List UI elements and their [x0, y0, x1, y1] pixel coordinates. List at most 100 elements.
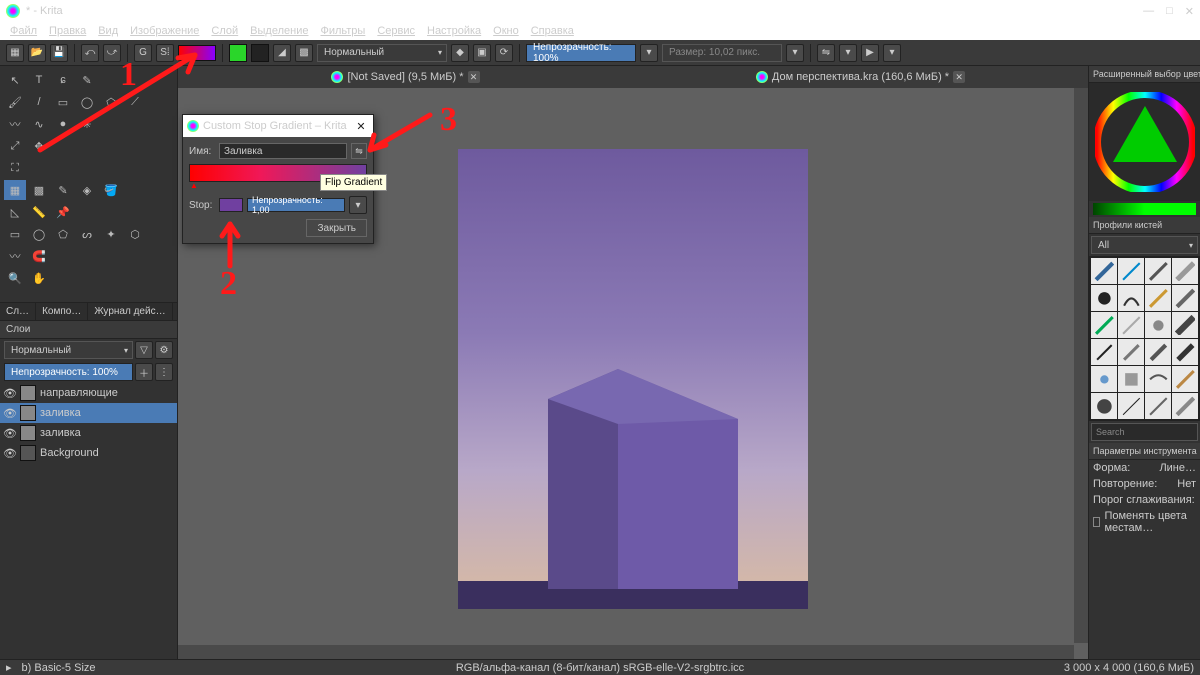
mirror-v-menu-icon[interactable]: ▾ [883, 44, 901, 62]
assist-tool-icon[interactable]: ◺ [4, 202, 26, 222]
bezier-tool-icon[interactable]: 〰 [4, 114, 26, 134]
opacity-chevron-icon[interactable]: ▾ [640, 44, 658, 62]
brush-preset[interactable] [1172, 285, 1198, 311]
brush-search-input[interactable]: Search [1091, 423, 1198, 441]
mirror-h-icon[interactable]: ⇋ [817, 44, 835, 62]
brush-preset[interactable] [1172, 393, 1198, 419]
mirror-v-icon[interactable]: ▶ [861, 44, 879, 62]
freehand-select-tool-icon[interactable]: ᔕ [76, 224, 98, 244]
freehand-path-tool-icon[interactable]: ∿ [28, 114, 50, 134]
brush-preset[interactable] [1118, 393, 1144, 419]
shape-value[interactable]: Лине… [1159, 462, 1196, 474]
save-file-icon[interactable]: 💾 [50, 44, 68, 62]
color-slider[interactable] [1093, 203, 1196, 215]
gradient-name-input[interactable]: Заливка [219, 143, 347, 159]
zoom-tool-icon[interactable]: 🔍 [4, 268, 26, 288]
swap-colors-checkbox[interactable] [1093, 517, 1100, 527]
line-tool-icon[interactable]: / [28, 92, 50, 112]
brush-preset[interactable] [1118, 339, 1144, 365]
magnetic-select-tool-icon[interactable]: 🧲 [28, 246, 50, 266]
alpha-lock-icon[interactable]: ▣ [473, 44, 491, 62]
pattern-icon[interactable]: ▩ [295, 44, 313, 62]
layer-row[interactable]: 👁Background [0, 443, 177, 463]
open-file-icon[interactable]: 📂 [28, 44, 46, 62]
brush-preset[interactable] [1118, 312, 1144, 338]
foreground-color-swatch[interactable] [229, 44, 247, 62]
redo-icon[interactable]: ⤻ [103, 44, 121, 62]
toolbar-opacity-slider[interactable]: Непрозрачность: 100% [526, 44, 636, 62]
edit-shapes-tool-icon[interactable]: ✎ [76, 70, 98, 90]
flip-gradient-button[interactable]: ⇋ [351, 143, 367, 159]
close-tab-icon[interactable]: ✕ [953, 71, 965, 83]
layer-add-icon[interactable]: ＋ [135, 363, 153, 381]
fill-tool-icon[interactable]: 🪣 [100, 180, 122, 200]
brush-preset[interactable] [1145, 393, 1171, 419]
brush-preset[interactable] [1145, 285, 1171, 311]
measure-tool-icon[interactable]: 📏 [28, 202, 50, 222]
menu-window[interactable]: Окно [489, 24, 523, 38]
visibility-icon[interactable]: 👁 [4, 427, 16, 439]
brush-preset[interactable] [1091, 339, 1117, 365]
brush-preset[interactable] [1145, 258, 1171, 284]
visibility-icon[interactable]: 👁 [4, 447, 16, 459]
transform-tool-icon[interactable]: ⤢ [4, 136, 26, 156]
rect-select-tool-icon[interactable]: ▭ [4, 224, 26, 244]
move-layer-tool-icon[interactable]: ✥ [28, 136, 50, 156]
crop-tool-icon[interactable]: ⛶ [4, 158, 26, 178]
polygon-select-tool-icon[interactable]: ⬠ [52, 224, 74, 244]
gradient-tool-icon[interactable]: ▦ [4, 180, 26, 200]
layer-blend-dropdown[interactable]: Нормальный [4, 341, 133, 359]
polyline-tool-icon[interactable]: ⟋ [124, 92, 146, 112]
smart-fill-tool-icon[interactable]: ◈ [76, 180, 98, 200]
rect-tool-icon[interactable]: ▭ [52, 92, 74, 112]
repeat-value[interactable]: Нет [1177, 478, 1196, 490]
menu-image[interactable]: Изображение [126, 24, 203, 38]
layer-row[interactable]: 👁заливка [0, 403, 177, 423]
window-max-button[interactable]: □ [1166, 5, 1173, 18]
stop-color-swatch[interactable] [219, 198, 243, 212]
brush-preset[interactable] [1172, 258, 1198, 284]
brush-preset[interactable] [1091, 285, 1117, 311]
brush-tool-icon[interactable]: 🖌 [4, 92, 26, 112]
dialog-close-button[interactable]: Закрыть [306, 219, 367, 237]
document-tab[interactable]: [Not Saved] (9,5 МиБ) * ✕ [178, 66, 633, 88]
horizontal-scrollbar[interactable] [178, 645, 1074, 659]
dialog-titlebar[interactable]: Custom Stop Gradient – Krita ✕ [183, 115, 373, 137]
tab-compositions[interactable]: Компо… [36, 303, 88, 320]
layer-row[interactable]: 👁направляющие [0, 383, 177, 403]
menu-settings[interactable]: Настройка [423, 24, 485, 38]
gradient-swatch[interactable] [178, 45, 216, 61]
brush-preset[interactable] [1145, 312, 1171, 338]
brush-filter-dropdown[interactable]: All [1091, 236, 1198, 254]
calligraphy-tool-icon[interactable]: ɕ [52, 70, 74, 90]
brush-preset[interactable] [1091, 366, 1117, 392]
tab-undo-history[interactable]: Журнал дейс… [88, 303, 172, 320]
stroke-edit-icon[interactable]: S⁞ [156, 44, 174, 62]
gradient-letter-icon[interactable]: G [134, 44, 152, 62]
brush-preset[interactable] [1118, 366, 1144, 392]
contiguous-select-tool-icon[interactable]: ✦ [100, 224, 122, 244]
brush-preset[interactable] [1172, 366, 1198, 392]
close-tab-icon[interactable]: ✕ [468, 71, 480, 83]
stop-opacity-chevron-icon[interactable]: ▾ [349, 196, 367, 214]
color-selector[interactable] [1089, 83, 1200, 201]
color-picker-tool-icon[interactable]: ✎ [52, 180, 74, 200]
brush-preset[interactable] [1172, 339, 1198, 365]
similar-select-tool-icon[interactable]: ⬡ [124, 224, 146, 244]
visibility-icon[interactable]: 👁 [4, 407, 16, 419]
chevron-right-icon[interactable]: ▸ [6, 661, 12, 674]
brush-preset[interactable] [1145, 339, 1171, 365]
ellipse-select-tool-icon[interactable]: ◯ [28, 224, 50, 244]
window-close-button[interactable]: ✕ [1185, 5, 1194, 18]
ellipse-tool-icon[interactable]: ◯ [76, 92, 98, 112]
brush-preset[interactable] [1091, 258, 1117, 284]
reload-preset-icon[interactable]: ⟳ [495, 44, 513, 62]
reference-tool-icon[interactable]: 📌 [52, 202, 74, 222]
menu-file[interactable]: Файл [6, 24, 41, 38]
polygon-tool-icon[interactable]: ⬠ [100, 92, 122, 112]
menu-view[interactable]: Вид [94, 24, 122, 38]
pan-tool-icon[interactable]: ✋ [28, 268, 50, 288]
layer-props-icon[interactable]: ⚙ [155, 341, 173, 359]
eraser-mode-icon[interactable]: ◆ [451, 44, 469, 62]
tab-layers[interactable]: Сл… [0, 303, 36, 320]
